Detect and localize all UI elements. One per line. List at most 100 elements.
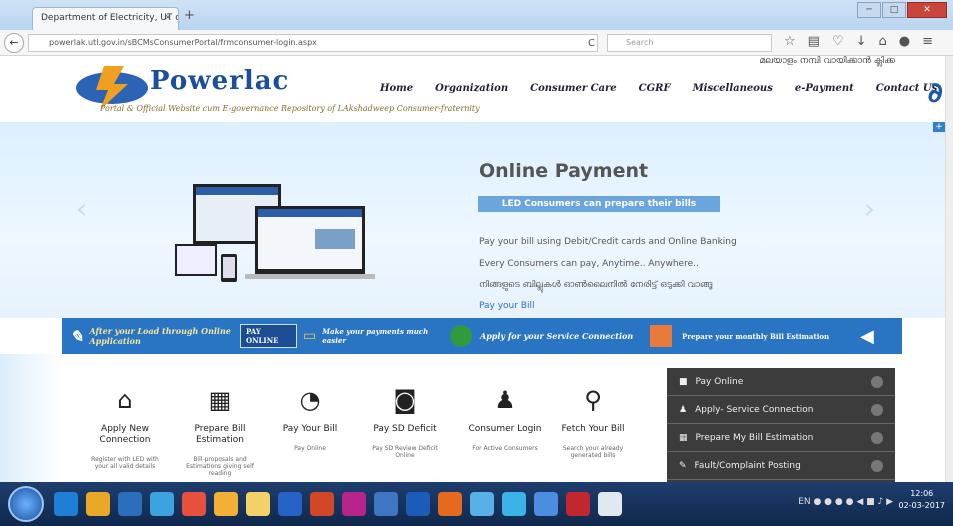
square-icon: ■	[679, 377, 688, 387]
minimize-button[interactable]: ─	[857, 2, 881, 18]
banner-bill-estimation[interactable]: Prepare your monthly Bill Estimation	[642, 318, 852, 354]
banner-pay-online[interactable]: PAY ONLINE ▭ Make your payments much easie…	[232, 318, 442, 354]
pocket-icon[interactable]: ♡	[832, 34, 844, 49]
address-bar[interactable]: powerlak.utl.gov.in/sBCMsConsumerPortal/…	[28, 34, 598, 52]
plug-icon	[450, 325, 472, 347]
app2-icon[interactable]	[374, 492, 398, 516]
card-fetch-bill[interactable]: ⚲ Fetch Your Bill Search your already ge…	[553, 386, 633, 459]
app-icon[interactable]	[182, 492, 206, 516]
slider-prev-icon[interactable]: ‹	[76, 192, 87, 225]
expand-plus-icon[interactable]: +	[933, 122, 945, 132]
language-indicator[interactable]: EN	[798, 497, 810, 507]
app3-icon[interactable]	[406, 492, 430, 516]
search-input[interactable]: Search	[607, 34, 772, 52]
vlc-icon[interactable]	[214, 492, 238, 516]
arrow-circle-icon	[871, 460, 883, 472]
quick-link-bill-estimation[interactable]: ▦ Prepare My Bill Estimation	[667, 424, 895, 452]
quick-link-service-connection[interactable]: ♟ Apply- Service Connection	[667, 396, 895, 424]
site-tagline: Portal & Official Website cum E-governan…	[100, 104, 480, 113]
card-pay-bill[interactable]: ◔ Pay Your Bill Pay Online	[270, 386, 350, 452]
explorer-icon[interactable]	[86, 492, 110, 516]
app7-icon[interactable]	[598, 492, 622, 516]
user-icon: ♟	[679, 405, 688, 415]
hero-ribbon: LED Consumers can prepare their bills	[478, 196, 720, 212]
home-icon: ⌂	[117, 386, 133, 414]
browser-tab[interactable]: Department of Electricity, UT o... ×	[32, 7, 179, 30]
promo-banner: ✎ After your Load through Online Applicat…	[62, 318, 902, 354]
window-controls: ─ □ ✕	[857, 2, 947, 18]
app6-icon[interactable]	[534, 492, 558, 516]
app4-icon[interactable]	[470, 492, 494, 516]
services-grid: ⌂ Apply New Connection Register with LED…	[75, 356, 665, 482]
wrench-icon: ✎	[679, 461, 687, 471]
slider-next-icon[interactable]: ›	[864, 192, 875, 225]
close-window-button[interactable]: ✕	[907, 2, 947, 18]
back-button[interactable]: ←	[4, 33, 24, 53]
media-player-icon[interactable]	[118, 492, 142, 516]
card-desc: Search your already generated bills	[562, 445, 624, 459]
menu-icon[interactable]: ≡	[922, 34, 933, 49]
bookmark-star-icon[interactable]: ☆	[784, 34, 796, 49]
quick-link-fault-complaint[interactable]: ✎ Fault/Complaint Posting	[667, 452, 895, 480]
card-sd-deficit[interactable]: ◙ Pay SD Deficit Pay SD Review Deficit O…	[365, 386, 445, 459]
emblem-icon: ∂	[927, 76, 943, 109]
card-bill-estimation[interactable]: ▦ Prepare Bill Estimation Bill-proposals…	[180, 386, 260, 477]
start-button[interactable]	[8, 486, 44, 522]
card-title: Apply New Connection	[99, 424, 151, 445]
clock[interactable]: 12:06 02-03-2017	[899, 488, 946, 512]
menu-home[interactable]: Home	[380, 83, 413, 94]
page-scrollbar[interactable]	[945, 56, 953, 482]
new-tab-button[interactable]: +	[184, 8, 195, 23]
arrow-circle-icon	[871, 376, 883, 388]
pay-online-badge: PAY ONLINE	[240, 324, 298, 348]
menu-organization[interactable]: Organization	[435, 83, 508, 94]
menu-miscellaneous[interactable]: Miscellaneous	[693, 83, 773, 94]
onenote-icon[interactable]	[342, 492, 366, 516]
firefox-icon[interactable]	[438, 492, 462, 516]
megaphone-icon: ◀	[860, 325, 874, 347]
calculator-icon: ▦	[208, 386, 232, 414]
download-icon[interactable]: ↓	[856, 34, 867, 49]
user-icon: ♟	[494, 386, 516, 414]
card-desc: Bill-proposals and Estimations giving se…	[186, 456, 254, 477]
close-tab-icon[interactable]: ×	[164, 12, 172, 23]
filezilla-icon[interactable]	[566, 492, 590, 516]
maximize-button[interactable]: □	[882, 2, 906, 18]
extension-icon[interactable]: ●	[899, 34, 910, 49]
word-icon[interactable]	[278, 492, 302, 516]
home-icon[interactable]: ⌂	[879, 34, 887, 49]
hero-text-2: Every Consumers can pay, Anytime.. Anywh…	[479, 259, 699, 269]
pencil-icon: ✎	[70, 326, 84, 346]
quick-link-pay-online[interactable]: ■ Pay Online	[667, 368, 895, 396]
ie-icon[interactable]	[54, 492, 78, 516]
credit-card-icon: ▭	[303, 328, 317, 344]
arrow-circle-icon	[871, 432, 883, 444]
card-title: Consumer Login	[468, 424, 542, 434]
search-icon: ⚲	[584, 386, 602, 414]
taskbar-apps	[54, 492, 622, 516]
folder-icon[interactable]	[246, 492, 270, 516]
menu-consumer-care[interactable]: Consumer Care	[530, 83, 617, 94]
devices-illustration	[175, 184, 375, 282]
banner-online-application[interactable]: ✎ After your Load through Online Applicat…	[62, 318, 232, 354]
banner-service-connection[interactable]: Apply for your Service Connection	[442, 318, 642, 354]
page-content: മലയാളം നമ്പി വായിക്കാൻ ക്ലിക്ക Powerlac …	[0, 56, 945, 482]
menu-epayment[interactable]: e-Payment	[795, 83, 854, 94]
powerpoint-icon[interactable]	[310, 492, 334, 516]
reading-list-icon[interactable]: ▤	[808, 34, 820, 49]
card-title: Pay Your Bill	[282, 424, 338, 434]
card-apply-connection[interactable]: ⌂ Apply New Connection Register with LED…	[85, 386, 165, 470]
menu-cgrf[interactable]: CGRF	[639, 83, 671, 94]
app5-icon[interactable]	[502, 492, 526, 516]
reload-button[interactable]: C	[588, 38, 595, 49]
site-logo[interactable]: Powerlac Portal & Official Website cum E…	[74, 62, 480, 122]
tab-title: Department of Electricity, UT o...	[41, 13, 179, 23]
calculator-icon: ▦	[679, 433, 688, 443]
card-consumer-login[interactable]: ♟ Consumer Login For Active Consumers	[465, 386, 545, 452]
pay-bill-link[interactable]: Pay your Bill	[479, 301, 535, 311]
rss-icon: ◔	[299, 386, 321, 414]
paint-icon[interactable]	[150, 492, 174, 516]
malayalam-link[interactable]: മലയാളം നമ്പി വായിക്കാൻ ക്ലിക്ക	[760, 56, 895, 66]
logo-text: Powerlac	[150, 66, 290, 96]
card-title: Fetch Your Bill	[561, 424, 625, 434]
